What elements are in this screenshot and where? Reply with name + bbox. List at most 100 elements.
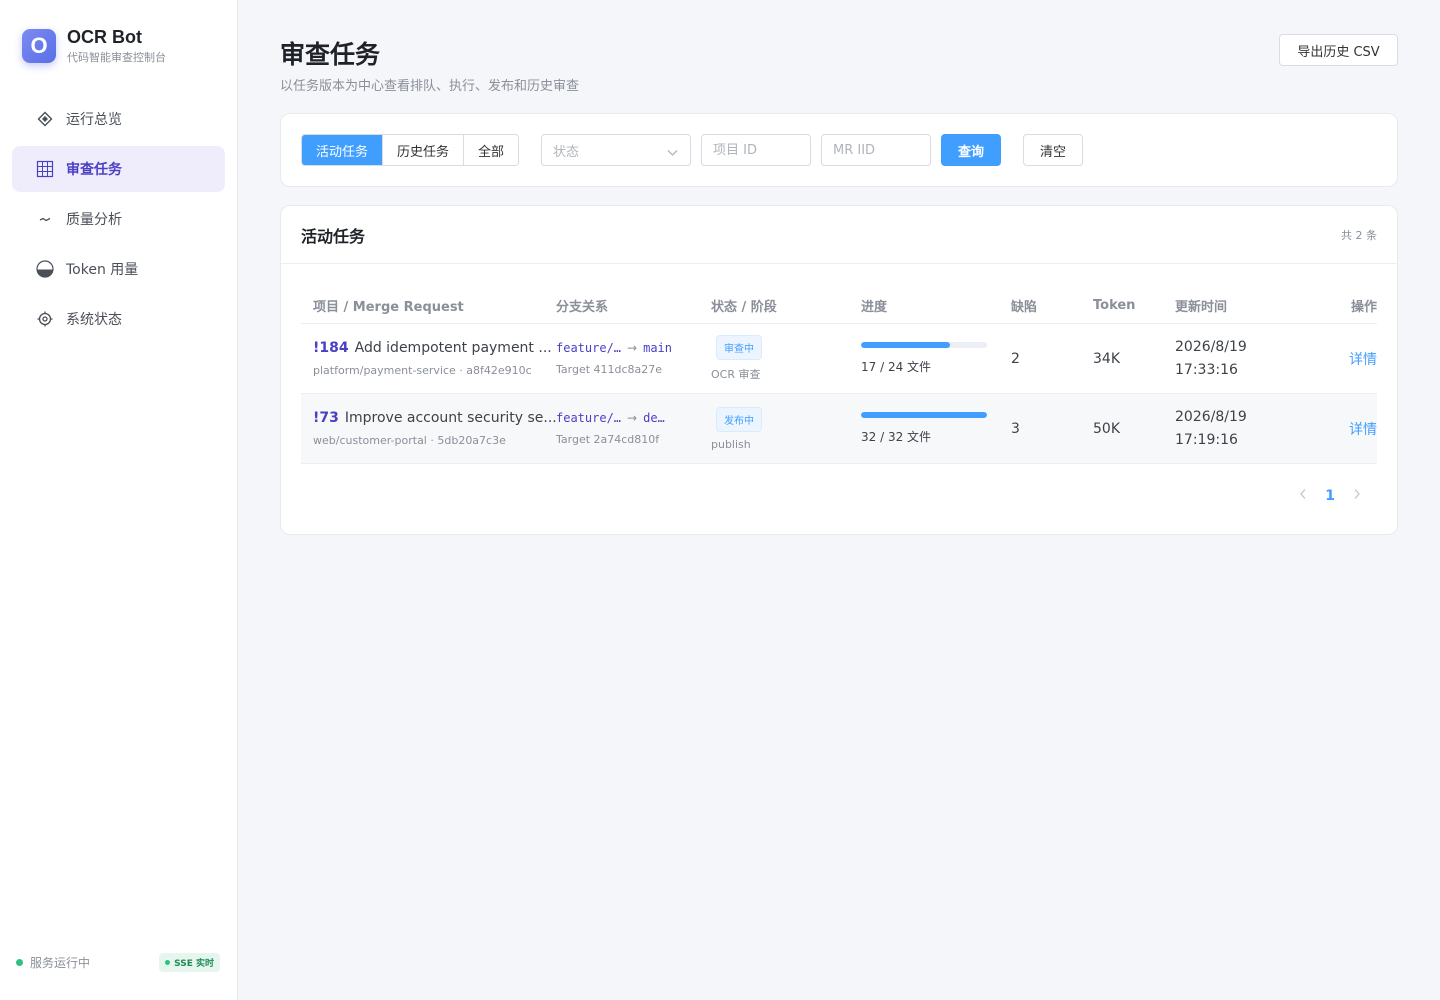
sidebar-item-quality[interactable]: 质量分析 (12, 196, 225, 242)
column-header: 更新时间 (1175, 300, 1228, 315)
brand-title: OCR Bot (67, 27, 142, 47)
repo-commit: web/customer-portal · 5db20a7c3e (313, 434, 506, 447)
updated-date: 2026/8/19 (1175, 408, 1247, 425)
sidebar-item-label: 审查任务 (66, 162, 122, 178)
repo-commit: platform/payment-service · a8f42e910c (313, 364, 532, 377)
table-header: 项目 / Merge Request 分支关系 状态 / 阶段 进度 缺陷 To… (301, 288, 1377, 324)
sidebar-item-label: 系统状态 (66, 312, 122, 328)
target-commit: Target 2a74cd810f (556, 433, 660, 446)
target-branch: de… (643, 411, 665, 425)
progress-bar (861, 412, 987, 418)
token-usage: 50K (1093, 420, 1120, 437)
half-circle-icon (36, 260, 54, 278)
target-branch: main (643, 341, 672, 355)
status-badge: 审查中 (716, 335, 762, 360)
page-subtitle: 以任务版本为中心查看排队、执行、发布和历史审查 (280, 79, 580, 94)
pagination: 1 (1293, 488, 1367, 504)
sse-badge: SSE 实时 (159, 953, 220, 972)
token-usage: 34K (1093, 350, 1120, 367)
branch-relation: feature/… → de… (556, 411, 711, 425)
target-commit: Target 411dc8a27e (556, 363, 663, 376)
tab-history-tasks[interactable]: 历史任务 (383, 135, 465, 165)
chevron-right-icon[interactable] (1347, 488, 1367, 504)
live-dot-icon (165, 960, 171, 965)
stage-text: publish (711, 437, 751, 451)
column-header: 进度 (861, 300, 888, 315)
progress-bar (861, 342, 987, 348)
table-row[interactable]: !184 Add idempotent payment ... platform/… (301, 324, 1377, 394)
service-status-text: 服务运行中 (30, 956, 91, 970)
diamond-icon (36, 110, 54, 128)
mr-title: Improve account security se... (344, 410, 556, 426)
sidebar-nav: 运行总览 审查任务 质量分析 Token 用量 系统状态 (12, 96, 225, 346)
grid-icon (36, 160, 54, 178)
sidebar-item-system[interactable]: 系统状态 (12, 296, 225, 342)
source-branch: feature/… (556, 411, 622, 425)
sidebar-item-token[interactable]: Token 用量 (12, 246, 225, 292)
brand-subtitle: 代码智能审查控制台 (67, 51, 166, 64)
task-scope-segmented: 活动任务 历史任务 全部 (301, 134, 520, 166)
details-link[interactable]: 详情 (1349, 352, 1377, 368)
column-header: 状态 / 阶段 (711, 300, 777, 315)
progress-fill (861, 412, 987, 418)
sse-badge-text: SSE 实时 (174, 959, 214, 969)
brand-logo: O (22, 29, 56, 63)
trend-icon (36, 210, 54, 228)
brand[interactable]: O OCR Bot 代码智能审查控制台 (22, 27, 166, 65)
updated-clock: 17:19:16 (1175, 431, 1238, 448)
status-badge: 发布中 (716, 406, 762, 432)
mr-id: !73 (313, 410, 339, 426)
filter-bar: 活动任务 历史任务 全部 状态 查询 清空 (280, 113, 1398, 187)
sidebar-item-label: Token 用量 (66, 262, 139, 278)
defect-count: 3 (1011, 420, 1020, 437)
sidebar-item-label: 质量分析 (66, 212, 122, 228)
chevron-left-icon[interactable] (1293, 488, 1313, 504)
defect-count: 2 (1011, 350, 1020, 367)
clear-button[interactable]: 清空 (1023, 134, 1083, 166)
project-id-input[interactable] (713, 142, 810, 158)
mr-title: Add idempotent payment ... (354, 340, 552, 356)
branch-relation: feature/… → main (556, 341, 711, 355)
export-csv-button[interactable]: 导出历史 CSV (1279, 34, 1398, 66)
tab-active-tasks[interactable]: 活动任务 (302, 135, 384, 165)
column-header: 分支关系 (556, 300, 609, 315)
gear-icon (36, 310, 54, 328)
chevron-down-icon (667, 146, 678, 161)
sidebar-item-review-tasks[interactable]: 审查任务 (12, 146, 225, 192)
table-count: 共 2 条 (1341, 228, 1377, 242)
mr-iid-field[interactable] (821, 134, 931, 166)
mr-title-link[interactable]: !73 Improve account security se... (313, 410, 556, 426)
column-header: 操作 (1350, 300, 1377, 315)
tasks-table: 项目 / Merge Request 分支关系 状态 / 阶段 进度 缺陷 To… (301, 288, 1377, 464)
status-select-placeholder: 状态 (553, 144, 580, 160)
arrow-right-icon: → (627, 341, 638, 355)
mr-title-link[interactable]: !184 Add idempotent payment ... (313, 340, 556, 356)
project-id-field[interactable] (701, 134, 811, 166)
table-row[interactable]: !73 Improve account security se... web/cu… (301, 394, 1377, 464)
arrow-right-icon: → (627, 411, 638, 425)
sidebar-footer: 服务运行中 SSE 实时 (16, 953, 220, 972)
column-header: 缺陷 (1011, 300, 1038, 315)
stage-text: OCR 审查 (711, 368, 761, 381)
status-select[interactable]: 状态 (541, 134, 691, 166)
column-header: 项目 / Merge Request (313, 300, 464, 315)
column-header: Token (1093, 298, 1136, 313)
page-number[interactable]: 1 (1325, 488, 1335, 504)
mr-id: !184 (313, 340, 349, 356)
updated-time: 2026/8/19 17:33:16 (1175, 336, 1320, 382)
table-title: 活动任务 (301, 226, 366, 246)
sidebar-item-overview[interactable]: 运行总览 (12, 96, 225, 142)
details-link[interactable]: 详情 (1349, 422, 1377, 438)
tasks-table-card: 活动任务 共 2 条 项目 / Merge Request 分支关系 状态 / … (280, 205, 1398, 535)
status-dot-icon (16, 959, 23, 966)
progress-fill (861, 342, 951, 348)
service-status: 服务运行中 (16, 954, 90, 971)
query-button[interactable]: 查询 (941, 134, 1001, 166)
sidebar-item-label: 运行总览 (66, 112, 122, 128)
mr-iid-input[interactable] (833, 142, 930, 158)
tab-all-tasks[interactable]: 全部 (464, 135, 519, 165)
page-title: 审查任务 (280, 40, 381, 69)
updated-date: 2026/8/19 (1175, 338, 1247, 355)
source-branch: feature/… (556, 341, 622, 355)
progress-text: 32 / 32 文件 (861, 430, 932, 444)
